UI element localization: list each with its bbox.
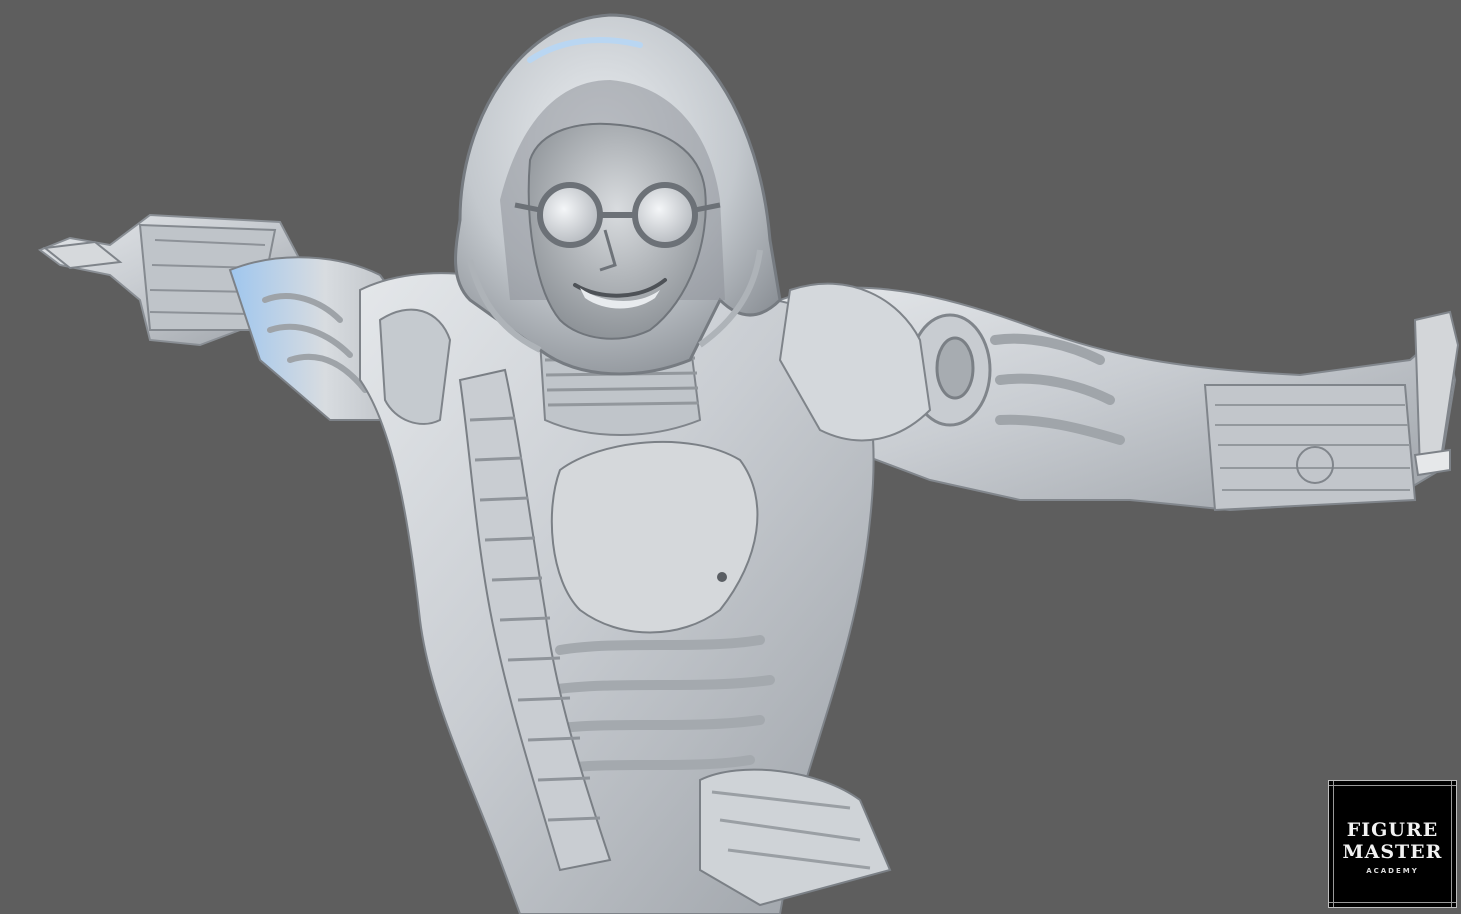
logo-line-figure: FIGURE	[1346, 819, 1439, 841]
figure-master-academy-logo: FIGURE MASTER ACADEMY	[1328, 780, 1457, 908]
logo-line-academy: ACADEMY	[1366, 867, 1419, 875]
sculpt-figure	[37, 13, 1460, 914]
3d-viewport[interactable]	[0, 0, 1461, 914]
logo-line-master: MASTER	[1342, 841, 1443, 863]
